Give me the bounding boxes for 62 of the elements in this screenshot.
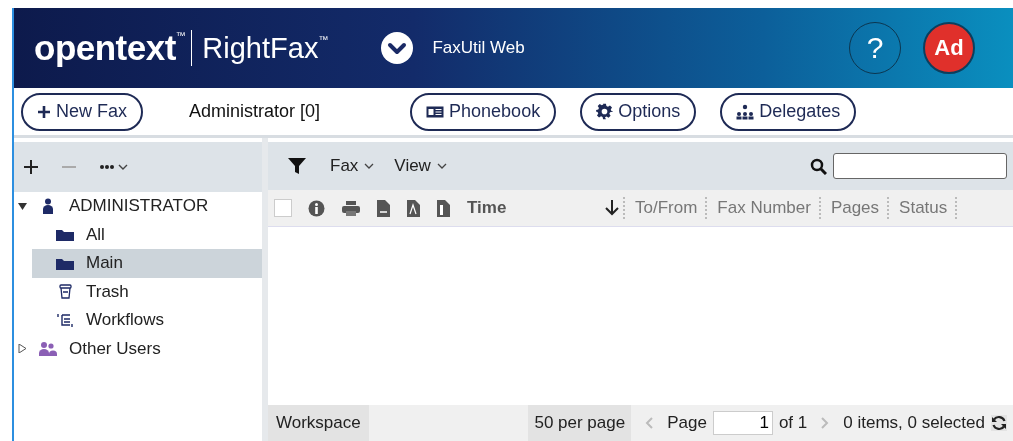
tree-label: Trash bbox=[86, 281, 129, 302]
page-count: of 1 bbox=[778, 413, 808, 433]
tree-label: Other Users bbox=[69, 338, 161, 359]
sort-arrow-icon[interactable] bbox=[605, 200, 619, 216]
tree-label: Main bbox=[86, 253, 123, 274]
tree-item[interactable]: Other Users bbox=[14, 334, 262, 363]
search-icon bbox=[810, 157, 827, 175]
tree-item[interactable]: All bbox=[32, 220, 262, 249]
options-button[interactable]: Options bbox=[580, 92, 697, 131]
document-icon[interactable] bbox=[377, 199, 390, 217]
menu-button[interactable]: Fax bbox=[330, 156, 375, 176]
add-icon[interactable] bbox=[24, 160, 38, 174]
document-icon[interactable] bbox=[437, 199, 450, 217]
document-icon[interactable] bbox=[407, 199, 420, 217]
logo-text: opentext$^{™}$ bbox=[34, 28, 186, 68]
phonebook-button[interactable]: Phonebook bbox=[410, 92, 557, 131]
tree-item[interactable]: Main bbox=[32, 249, 262, 278]
delegates-button[interactable]: Delegates bbox=[720, 92, 857, 131]
trash-icon bbox=[58, 284, 72, 300]
select-all-checkbox[interactable] bbox=[274, 199, 292, 217]
chevron-down-icon[interactable] bbox=[380, 31, 415, 65]
caret-down-icon[interactable] bbox=[18, 201, 27, 211]
plus-icon bbox=[37, 104, 51, 119]
page-number-field[interactable]: 1 bbox=[712, 411, 773, 435]
app-name: FaxUtil Web bbox=[432, 38, 525, 58]
search-field[interactable] bbox=[833, 153, 1007, 179]
workspace-label: Workspace bbox=[268, 405, 369, 441]
people-icon bbox=[39, 341, 57, 357]
settings-icon bbox=[596, 103, 614, 120]
contact-card-icon bbox=[426, 105, 445, 118]
tree-label: Workflows bbox=[86, 310, 165, 331]
workflow-icon bbox=[56, 313, 74, 328]
tree-item[interactable]: Workflows bbox=[32, 306, 262, 335]
column-header[interactable]: Time bbox=[467, 198, 575, 218]
column-header[interactable]: Status bbox=[891, 198, 956, 218]
item-summary: 0 items, 0 selected bbox=[843, 413, 985, 433]
new-fax-button[interactable]: New Fax bbox=[21, 92, 143, 131]
printer-icon[interactable] bbox=[342, 200, 360, 216]
user-avatar[interactable]: Ad bbox=[923, 22, 975, 74]
product-name: RightFax$^{™}$ bbox=[202, 31, 329, 65]
tree-label: All bbox=[86, 224, 105, 245]
caret-right-icon[interactable] bbox=[18, 344, 27, 354]
chevron-down-icon bbox=[436, 163, 447, 169]
folder-icon bbox=[56, 228, 74, 242]
page-label: Page bbox=[667, 413, 707, 433]
chevron-down-icon bbox=[364, 163, 375, 169]
person-icon bbox=[42, 198, 54, 215]
column-header[interactable]: Pages bbox=[822, 198, 888, 218]
per-page-selector[interactable]: 50 per page bbox=[528, 405, 632, 441]
people-icon bbox=[736, 103, 755, 120]
column-header[interactable]: To/From bbox=[627, 198, 706, 218]
info-icon[interactable] bbox=[308, 199, 325, 217]
tree-item[interactable]: ADMINISTRATOR bbox=[14, 192, 262, 221]
tree-item[interactable]: Trash bbox=[32, 277, 262, 306]
column-header[interactable]: Fax Number bbox=[709, 198, 819, 218]
tree-label: ADMINISTRATOR bbox=[69, 196, 209, 217]
menu-button[interactable]: View bbox=[394, 156, 447, 176]
refresh-icon[interactable] bbox=[991, 415, 1007, 431]
filter-icon[interactable] bbox=[288, 157, 306, 175]
more-menu-icon[interactable] bbox=[100, 162, 130, 172]
folder-icon bbox=[56, 256, 74, 270]
user-label: Administrator [0] bbox=[189, 101, 321, 122]
